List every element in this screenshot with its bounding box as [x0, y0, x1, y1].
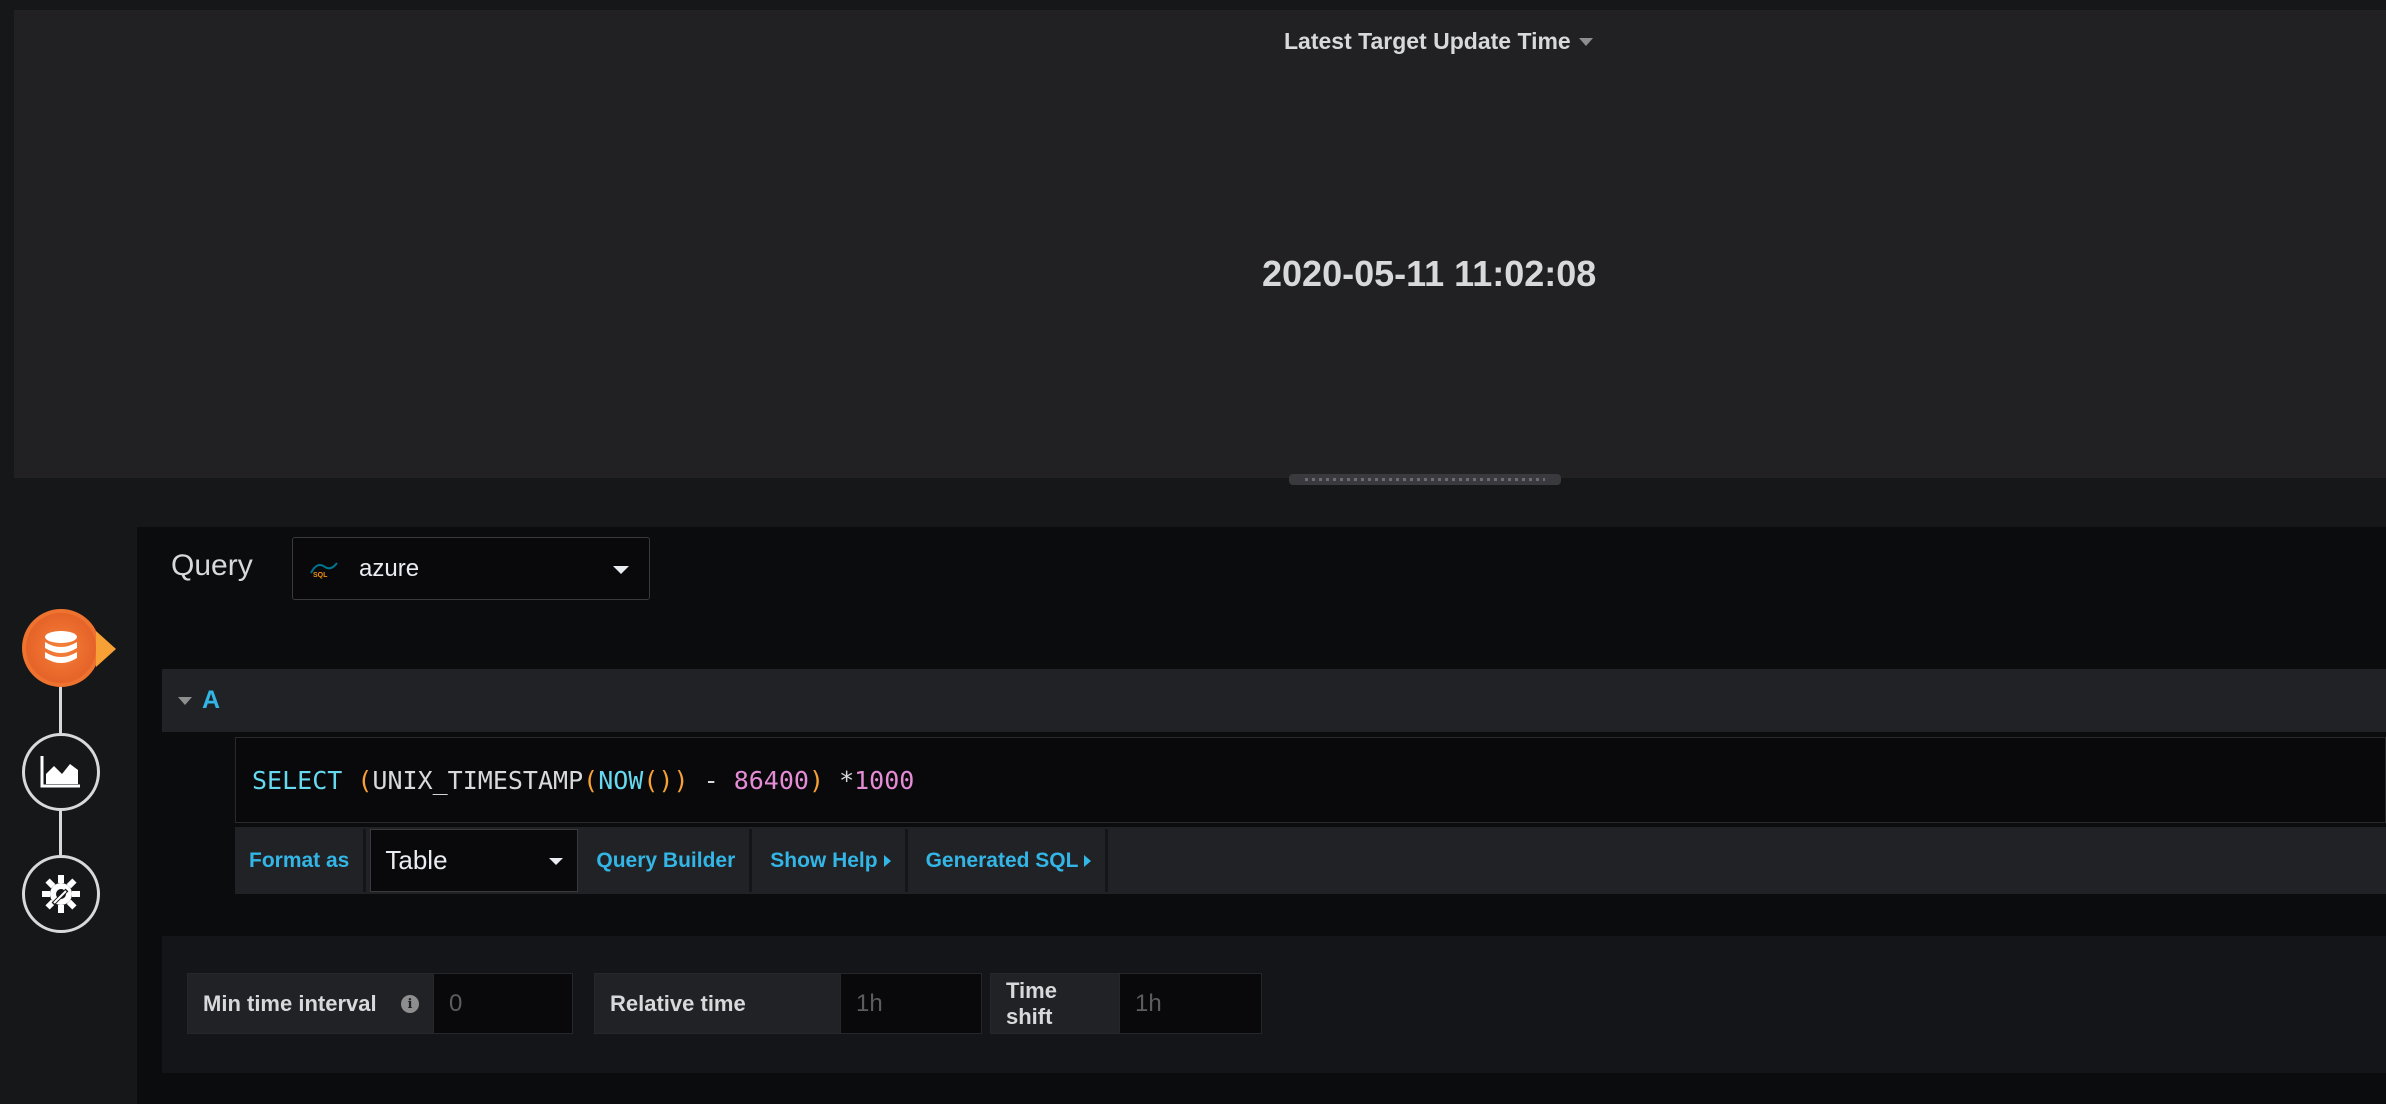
show-help-button[interactable]: Show Help: [756, 829, 908, 892]
chevron-down-icon: [549, 858, 564, 865]
query-toolbar: Format as Table Query Builder Show Help …: [235, 827, 2386, 894]
sql-token: 86400: [733, 766, 809, 795]
info-icon[interactable]: i: [401, 995, 419, 1013]
rail-general-button[interactable]: [22, 855, 100, 933]
mysql-logo-icon: SQL: [309, 559, 341, 579]
query-builder-button[interactable]: Query Builder: [582, 829, 753, 892]
sql-token: ): [808, 766, 825, 795]
generated-sql-button[interactable]: Generated SQL: [911, 829, 1109, 892]
sql-token: (: [342, 766, 373, 795]
min-interval-label-text: Min time interval: [203, 990, 377, 1016]
query-row-header[interactable]: A: [162, 669, 2386, 732]
time-shift-input[interactable]: 1h: [1119, 974, 1261, 1033]
panel-title: Latest Target Update Time: [1284, 28, 1571, 54]
sql-token: UNIX_TIMESTAMP: [372, 766, 584, 795]
panel-title-menu[interactable]: Latest Target Update Time: [1284, 28, 1593, 55]
rail-queries-button[interactable]: [22, 609, 100, 687]
rail-connector: [59, 806, 62, 858]
format-as-label: Format as: [235, 829, 367, 892]
sql-token: -: [688, 766, 734, 795]
toolbar-filler: [1112, 829, 2386, 892]
active-rail-pointer: [96, 631, 116, 667]
collapse-caret-icon: [178, 696, 192, 705]
sql-token: NOW: [598, 766, 644, 795]
relative-time-label: Relative time: [595, 974, 840, 1033]
sql-token: (): [643, 766, 674, 795]
sql-token: (: [583, 766, 599, 795]
singlestat-panel: Latest Target Update Time 2020-05-11 11:…: [14, 10, 2386, 478]
time-shift-label: Time shift: [991, 974, 1119, 1033]
rail-visualization-button[interactable]: [22, 733, 100, 811]
gear-wrench-icon: [42, 875, 80, 913]
datasource-name: azure: [359, 554, 420, 582]
time-shift-group: Time shift 1h: [990, 973, 1262, 1034]
generated-sql-label: Generated SQL: [925, 848, 1079, 872]
min-interval-group: Min time interval i 0: [187, 973, 573, 1034]
rail-connector: [59, 683, 62, 735]
relative-time-group: Relative time 1h: [594, 973, 982, 1034]
min-interval-input[interactable]: 0: [433, 974, 572, 1033]
query-tab-label: Query: [171, 549, 253, 582]
sql-token: SELECT: [252, 766, 343, 795]
query-options: Min time interval i 0 Relative time 1h T…: [162, 936, 2386, 1073]
chevron-down-icon: [613, 566, 629, 574]
time-shift-placeholder: 1h: [1135, 989, 1162, 1017]
show-help-label: Show Help: [770, 848, 878, 872]
svg-text:SQL: SQL: [313, 572, 328, 579]
min-interval-label: Min time interval i: [188, 974, 433, 1033]
relative-time-placeholder: 1h: [856, 989, 883, 1017]
database-icon: [45, 631, 77, 663]
sql-token: *: [824, 766, 855, 795]
sql-code-editor[interactable]: SELECT (UNIX_TIMESTAMP(NOW()) - 86400) *…: [235, 737, 2386, 823]
query-ref-id: A: [202, 686, 221, 714]
relative-time-input[interactable]: 1h: [840, 974, 981, 1033]
panel-resize-handle[interactable]: [1289, 474, 1561, 485]
format-as-value: Table: [385, 845, 448, 875]
area-chart-icon: [40, 756, 80, 788]
sql-token: 1000: [854, 766, 915, 795]
caret-right-icon: [1084, 854, 1092, 867]
caret-right-icon: [883, 854, 891, 867]
datasource-picker[interactable]: SQL azure: [292, 537, 650, 600]
format-as-select[interactable]: Table: [370, 829, 579, 892]
singlestat-value: 2020-05-11 11:02:08: [1262, 253, 1597, 294]
sql-token: ): [673, 766, 689, 795]
min-interval-placeholder: 0: [449, 989, 463, 1017]
query-builder-label: Query Builder: [596, 848, 736, 872]
chevron-down-icon: [1578, 37, 1593, 46]
query-editor: Query SQL azure A SELECT (UNIX_TIMESTAMP…: [137, 527, 2386, 1104]
